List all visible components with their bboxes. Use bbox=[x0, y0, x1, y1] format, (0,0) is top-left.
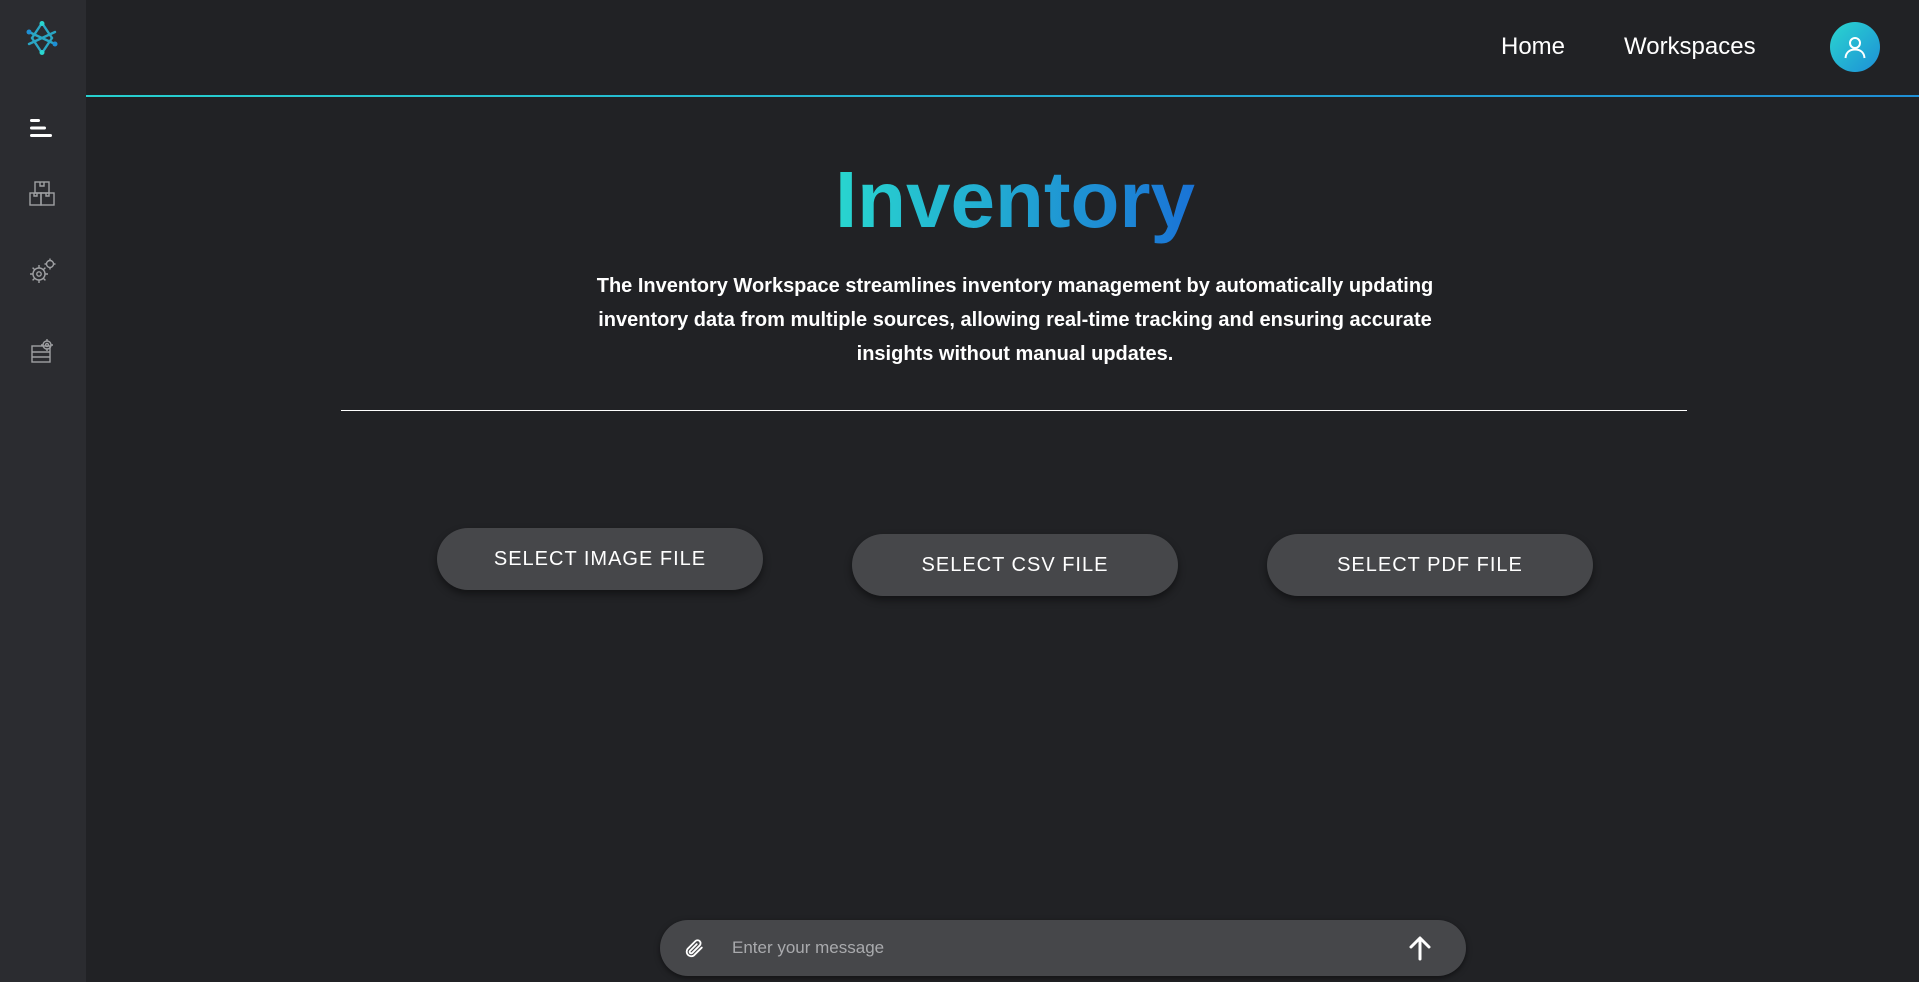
select-pdf-file-button[interactable]: SELECT PDF FILE bbox=[1267, 534, 1593, 596]
nav-workspaces-link[interactable]: Workspaces bbox=[1624, 33, 1756, 61]
message-input[interactable] bbox=[730, 928, 1370, 968]
nav-home-link[interactable]: Home bbox=[1501, 33, 1565, 61]
menu-icon bbox=[30, 119, 52, 137]
settings-boxes-icon bbox=[31, 339, 53, 363]
gears-icon bbox=[30, 258, 56, 283]
content-divider bbox=[341, 410, 1687, 411]
logo-icon bbox=[26, 21, 58, 55]
send-message-button[interactable] bbox=[1402, 930, 1438, 966]
sidebar bbox=[0, 0, 86, 982]
attach-file-button[interactable] bbox=[678, 932, 710, 964]
app-logo[interactable] bbox=[22, 18, 62, 58]
page-title: Inventory bbox=[834, 155, 1196, 244]
select-csv-file-button[interactable]: SELECT CSV FILE bbox=[852, 534, 1178, 596]
message-composer bbox=[660, 920, 1466, 976]
header-divider bbox=[86, 95, 1919, 97]
menu-toggle[interactable] bbox=[22, 108, 62, 148]
user-icon bbox=[1844, 37, 1866, 59]
sidebar-item-configure[interactable] bbox=[22, 332, 62, 372]
page-description: The Inventory Workspace streamlines inve… bbox=[596, 275, 1434, 365]
sidebar-item-settings[interactable] bbox=[22, 252, 62, 292]
paperclip-icon bbox=[685, 939, 703, 958]
arrow-up-icon bbox=[1409, 936, 1431, 961]
user-avatar-button[interactable] bbox=[1830, 22, 1880, 72]
select-image-file-button[interactable]: SELECT IMAGE FILE bbox=[437, 528, 763, 590]
